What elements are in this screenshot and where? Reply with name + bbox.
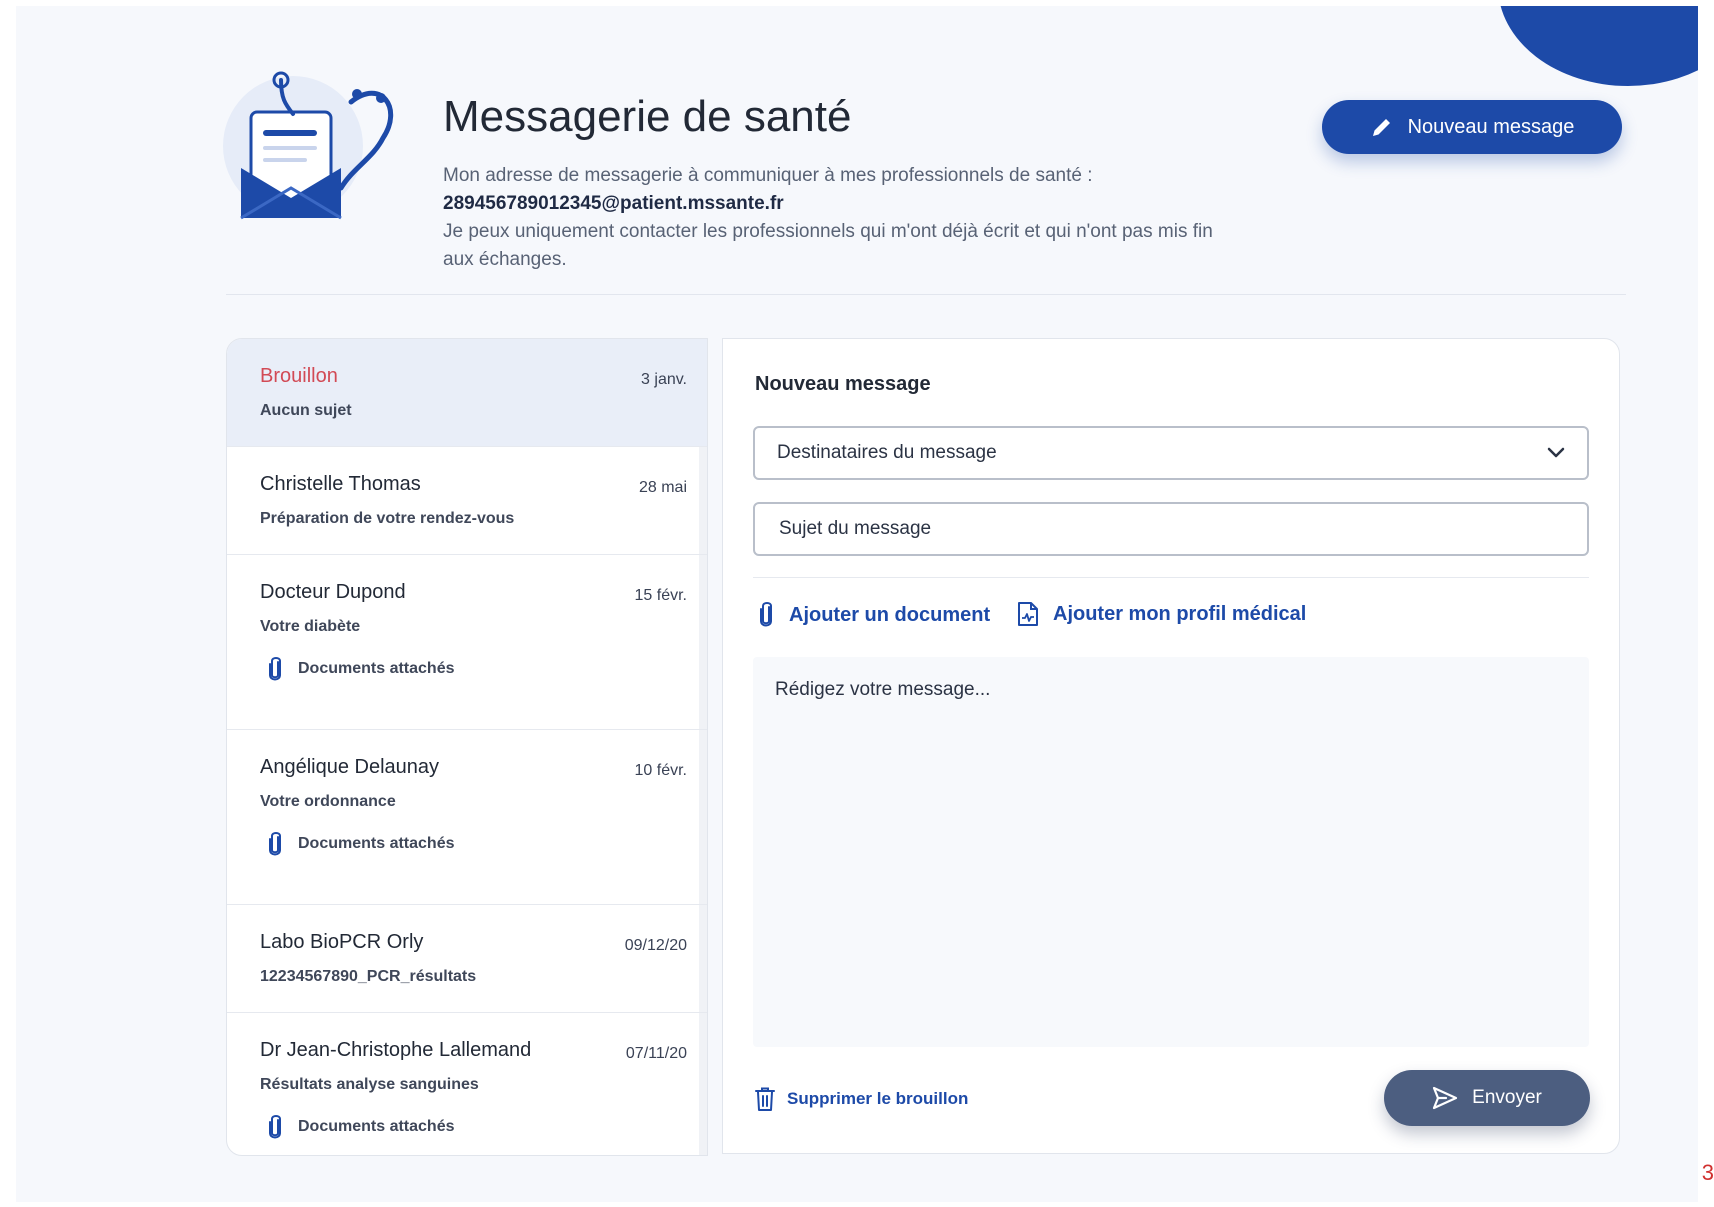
message-subject: Résultats analyse sanguines <box>260 1076 479 1093</box>
intro-text: Mon adresse de messagerie à communiquer … <box>443 162 1223 274</box>
new-message-button-label: Nouveau message <box>1407 115 1575 138</box>
intro-line-2: Je peux uniquement contacter les profess… <box>443 221 1213 270</box>
attachments-label: Documents attachés <box>298 1118 455 1135</box>
decorative-corner-shape <box>1498 6 1698 86</box>
message-attachments: Documents attachés <box>260 831 683 857</box>
message-subject: Votre ordonnance <box>260 793 396 810</box>
paperclip-icon <box>269 1115 281 1139</box>
message-date: 09/12/20 <box>624 937 687 954</box>
page-number: 3 <box>1701 1160 1714 1185</box>
subject-field[interactable] <box>753 502 1589 556</box>
message-sender: Dr Jean-Christophe Lallemand <box>260 1039 532 1061</box>
message-subject: Préparation de votre rendez-vous <box>260 510 515 527</box>
compose-panel: Nouveau message Destinataires du message… <box>722 338 1620 1154</box>
medical-document-icon <box>1018 602 1038 626</box>
message-subject: Votre diabète <box>260 618 361 635</box>
send-button-label: Envoyer <box>1472 1087 1542 1108</box>
chevron-down-icon <box>1547 447 1565 458</box>
message-item[interactable]: Dr Jean-Christophe Lallemand 07/11/20 Ré… <box>227 1013 707 1155</box>
message-date: 07/11/20 <box>625 1045 687 1062</box>
message-item[interactable]: Angélique Delaunay 10 févr. Votre ordonn… <box>227 730 707 905</box>
message-date: 3 janv. <box>641 371 687 388</box>
message-list: Brouillon 3 janv. Aucun sujet Christelle… <box>226 338 708 1156</box>
compose-title: Nouveau message <box>755 373 931 395</box>
add-document-label: Ajouter un document <box>789 603 991 626</box>
page-title: Messagerie de santé <box>443 92 852 141</box>
paperclip-icon <box>269 832 281 856</box>
attachments-label: Documents attachés <box>298 660 455 677</box>
header-divider <box>226 294 1626 295</box>
subject-input[interactable] <box>777 517 1565 541</box>
patient-email-address: 289456789012345@patient.mssante.fr <box>443 193 784 214</box>
message-date: 28 mai <box>638 479 687 496</box>
add-medical-profile-label: Ajouter mon profil médical <box>1053 602 1307 625</box>
attachments-label: Documents attachés <box>298 835 455 852</box>
pencil-icon <box>1372 119 1390 136</box>
message-sender: Labo BioPCR Orly <box>260 931 424 953</box>
message-attachments: Documents attachés <box>260 656 683 682</box>
message-item[interactable]: Labo BioPCR Orly 09/12/20 12234567890_PC… <box>227 905 707 1013</box>
message-sender: Christelle Thomas <box>260 473 421 495</box>
paperclip-icon <box>760 602 772 627</box>
intro-line-1: Mon adresse de messagerie à communiquer … <box>443 165 1093 186</box>
trash-icon <box>755 1087 775 1111</box>
message-item[interactable]: Docteur Dupond 15 févr. Votre diabète Do… <box>227 555 707 730</box>
message-subject: 12234567890_PCR_résultats <box>260 968 477 985</box>
paperclip-icon <box>269 657 281 681</box>
message-item-draft[interactable]: Brouillon 3 janv. Aucun sujet <box>227 339 707 447</box>
message-subject: Aucun sujet <box>260 402 352 419</box>
delete-draft-button[interactable]: Supprimer le brouillon <box>755 1087 968 1111</box>
recipients-select[interactable]: Destinataires du message <box>753 426 1589 480</box>
message-sender: Angélique Delaunay <box>260 756 440 778</box>
message-item[interactable]: Christelle Thomas 28 mai Préparation de … <box>227 447 707 555</box>
message-body-input[interactable] <box>753 657 1589 1047</box>
add-medical-profile-button[interactable]: Ajouter mon profil médical <box>1017 601 1306 627</box>
compose-divider <box>753 577 1589 578</box>
message-attachments: Documents attachés <box>260 1114 683 1140</box>
delete-draft-label: Supprimer le brouillon <box>787 1089 969 1108</box>
message-date: 10 févr. <box>634 762 687 779</box>
message-sender: Docteur Dupond <box>260 581 406 603</box>
recipients-placeholder: Destinataires du message <box>777 442 997 463</box>
app-frame: Messagerie de santé Mon adresse de messa… <box>16 6 1698 1202</box>
send-icon <box>1433 1086 1458 1110</box>
message-sender: Brouillon <box>260 365 338 387</box>
message-body-area <box>753 657 1589 1047</box>
message-date: 15 févr. <box>634 587 687 604</box>
new-message-button[interactable]: Nouveau message <box>1322 100 1622 154</box>
send-button[interactable]: Envoyer <box>1384 1070 1590 1126</box>
mail-stethoscope-illustration <box>223 71 394 220</box>
add-document-button[interactable]: Ajouter un document <box>757 601 990 629</box>
